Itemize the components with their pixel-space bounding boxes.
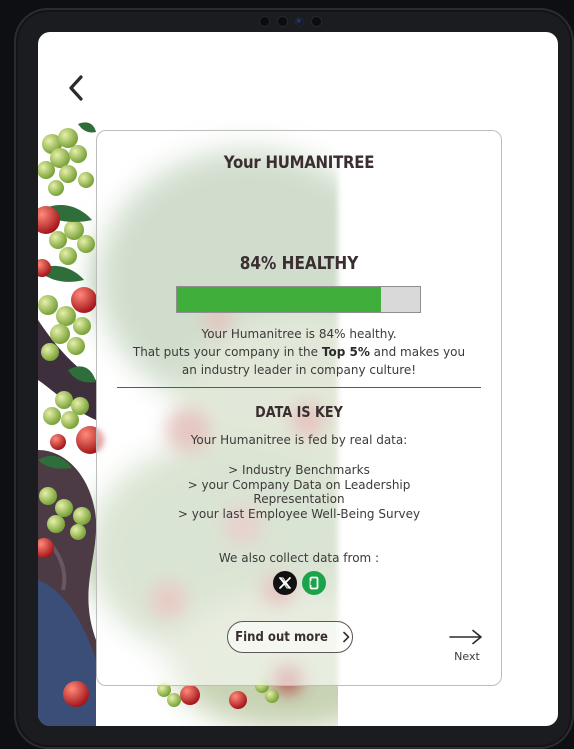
next-button[interactable]: Next [447,629,487,669]
list-item: > your Company Data on Leadership Repres… [187,477,411,507]
chevron-left-icon [69,75,83,101]
top-rank-text: Top 5% [321,345,370,359]
glassdoor-logo-icon[interactable] [301,571,326,595]
chevron-right-icon [342,631,349,643]
data-source-list: > Industry Benchmarks > your Company Dat… [177,463,421,521]
health-progress-bar [176,286,421,313]
camera-lens-icon [296,17,303,25]
sensor-dot [312,16,321,26]
sensor-dot [278,16,287,26]
app-screen: Your HUMANITREE 84% HEALTHY Your Humanit… [38,32,558,726]
next-label: Next [454,650,480,663]
find-out-more-label: Find out more [235,629,329,645]
data-intro: Your Humanitree is fed by real data: [190,433,408,447]
health-line-2: That puts your company in the Top 5% and… [117,343,481,361]
health-line-1: Your Humanitree is 84% healthy. [201,327,397,341]
list-item: > your last Employee Well-Being Survey [177,506,421,521]
health-description: Your Humanitree is 84% healthy. That put… [117,325,481,379]
tablet-frame: Your HUMANITREE 84% HEALTHY Your Humanit… [14,8,574,749]
health-progress-fill [177,287,382,312]
x-logo-icon[interactable] [272,571,297,595]
list-item: > Industry Benchmarks [228,463,370,477]
glassdoor-glyph [309,576,318,590]
data-heading: DATA IS KEY [255,403,343,421]
back-button[interactable] [64,72,88,104]
data-source-icons [97,571,501,595]
find-out-more-button[interactable]: Find out more [227,621,353,653]
section-divider [117,387,481,388]
health-line-3: an industry leader in company culture! [181,363,417,377]
x-glyph [278,577,291,589]
sensor-dot [260,16,269,26]
arrow-right-icon [449,629,482,645]
card-title: Your HUMANITREE [223,153,375,173]
collect-text: We also collect data from : [218,551,380,565]
camera-bar [260,14,321,28]
health-line-2-post: and makes you [369,345,466,359]
health-heading: 84% HEALTHY [239,253,359,274]
health-line-2-pre: That puts your company in the [132,345,322,359]
humanitree-card: Your HUMANITREE 84% HEALTHY Your Humanit… [96,130,502,686]
